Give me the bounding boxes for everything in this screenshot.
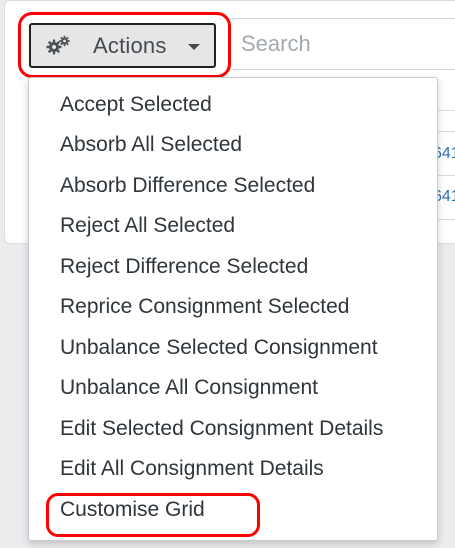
search-input[interactable] bbox=[229, 18, 455, 70]
menu-item-customise-grid[interactable]: Customise Grid bbox=[60, 491, 205, 529]
menu-item-edit-selected-consignment-details[interactable]: Edit Selected Consignment Details bbox=[60, 410, 383, 448]
screen: 641 641 Actions Accept Selected bbox=[0, 0, 455, 548]
actions-button-label: Actions bbox=[93, 33, 167, 58]
menu-item-reject-difference-selected[interactable]: Reject Difference Selected bbox=[60, 248, 308, 286]
caret-down-icon bbox=[188, 44, 200, 50]
gears-icon bbox=[46, 35, 70, 55]
menu-item-absorb-difference-selected[interactable]: Absorb Difference Selected bbox=[60, 167, 315, 205]
menu-item-accept-selected[interactable]: Accept Selected bbox=[60, 86, 212, 124]
actions-button[interactable]: Actions bbox=[29, 23, 216, 68]
menu-item-unbalance-selected-consignment[interactable]: Unbalance Selected Consignment bbox=[60, 329, 378, 367]
menu-item-unbalance-all-consignment[interactable]: Unbalance All Consignment bbox=[60, 369, 318, 407]
menu-item-reject-all-selected[interactable]: Reject All Selected bbox=[60, 207, 235, 245]
menu-item-reprice-consignment-selected[interactable]: Reprice Consignment Selected bbox=[60, 288, 350, 326]
menu-item-edit-all-consignment-details[interactable]: Edit All Consignment Details bbox=[60, 450, 324, 488]
actions-dropdown-menu: Accept Selected Absorb All Selected Abso… bbox=[28, 77, 438, 541]
menu-item-absorb-all-selected[interactable]: Absorb All Selected bbox=[60, 126, 242, 164]
